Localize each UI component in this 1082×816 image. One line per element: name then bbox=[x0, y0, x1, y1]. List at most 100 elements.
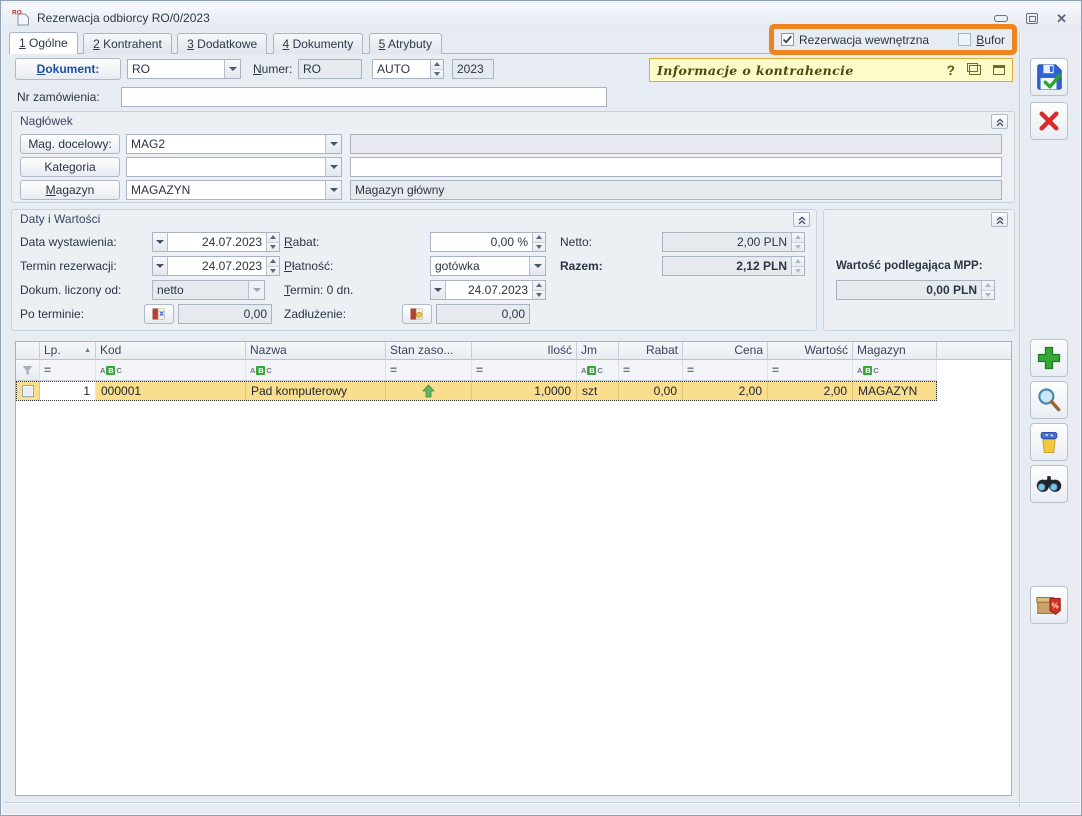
maximize-pane-icon[interactable] bbox=[993, 65, 1005, 75]
cell-sel bbox=[16, 381, 40, 401]
column-header-ilosc[interactable]: Ilość bbox=[472, 342, 577, 360]
calendar-dropdown-icon[interactable] bbox=[153, 257, 168, 275]
minimize-icon[interactable] bbox=[994, 15, 1008, 22]
chevron-double-up-icon bbox=[995, 117, 1005, 127]
help-icon[interactable]: ? bbox=[946, 62, 955, 78]
chevron-down-icon[interactable] bbox=[325, 158, 341, 176]
column-header-sel[interactable] bbox=[16, 342, 40, 360]
rabat-field[interactable]: 0,00 % bbox=[430, 232, 546, 252]
column-header-kod[interactable]: Kod bbox=[96, 342, 246, 360]
restore-pane-icon[interactable] bbox=[969, 65, 981, 75]
mag-docelowy-combo[interactable]: MAG2 bbox=[126, 134, 342, 154]
chevron-down-icon[interactable] bbox=[529, 257, 545, 275]
filter-cell-jm[interactable]: ABC bbox=[577, 360, 619, 381]
column-header-rabat[interactable]: Rabat bbox=[619, 342, 683, 360]
chevron-down-icon bbox=[248, 281, 264, 299]
kategoria-description[interactable] bbox=[350, 157, 1002, 177]
chevron-down-icon[interactable] bbox=[224, 60, 240, 78]
grid-row[interactable]: 1000001Pad komputerowy1,0000szt0,002,002… bbox=[16, 381, 937, 401]
close-icon[interactable]: ✕ bbox=[1056, 12, 1067, 25]
filter-cell-magazyn[interactable]: ABC bbox=[853, 360, 937, 381]
svg-text:%: % bbox=[1052, 601, 1059, 610]
filter-cell-rabat[interactable]: = bbox=[619, 360, 683, 381]
tab-dodatkowe[interactable]: 3 Dodatkowe bbox=[177, 33, 267, 54]
chevron-down-icon[interactable] bbox=[325, 135, 341, 153]
promotions-button[interactable]: % bbox=[1030, 586, 1068, 624]
magazyn-button[interactable]: Magazyn bbox=[20, 180, 120, 200]
platnosc-combo[interactable]: gotówka bbox=[430, 256, 546, 276]
filter-cell-cena[interactable]: = bbox=[683, 360, 768, 381]
spinner-icon[interactable] bbox=[430, 60, 443, 78]
row-checkbox[interactable] bbox=[22, 385, 34, 397]
spinner-icon[interactable] bbox=[532, 281, 545, 299]
collapse-naglowek-button[interactable] bbox=[991, 114, 1008, 129]
cell-ilosc: 1,0000 bbox=[472, 381, 577, 401]
number-year-field: 2023 bbox=[452, 59, 494, 79]
tab-dokumenty[interactable]: 4 Dokumenty bbox=[273, 33, 364, 54]
po-terminie-report-button[interactable] bbox=[144, 304, 174, 324]
filter-cell-stan[interactable]: = bbox=[386, 360, 472, 381]
document-window: RO Rezerwacja odbiorcy RO/0/2023 ✕ 1 Ogó… bbox=[0, 0, 1082, 816]
buffer-checkbox[interactable] bbox=[958, 33, 971, 46]
termin-rezerwacji-datepicker[interactable]: 24.07.2023 bbox=[152, 256, 280, 276]
kategoria-combo[interactable] bbox=[126, 157, 342, 177]
dokument-button[interactable]: Dokument: bbox=[15, 58, 121, 80]
collapse-mpp-button[interactable] bbox=[991, 212, 1008, 227]
column-header-nazwa[interactable]: Nazwa bbox=[246, 342, 386, 360]
internal-reservation-checkbox[interactable] bbox=[781, 33, 794, 46]
filter-cell-lp[interactable]: = bbox=[40, 360, 96, 381]
calendar-dropdown-icon[interactable] bbox=[431, 281, 446, 299]
tab-atrybuty[interactable]: 5 Atrybuty bbox=[369, 33, 442, 54]
filter-cell-nazwa[interactable]: ABC bbox=[246, 360, 386, 381]
find-item-button[interactable] bbox=[1030, 465, 1068, 503]
razem-field: 2,12 PLN bbox=[662, 256, 805, 276]
check-icon bbox=[782, 34, 793, 45]
column-header-stan[interactable]: Stan zaso... bbox=[386, 342, 472, 360]
window-title: Rezerwacja odbiorcy RO/0/2023 bbox=[37, 11, 210, 25]
spinner-icon[interactable] bbox=[532, 233, 545, 251]
filter-cell-wartosc[interactable]: = bbox=[768, 360, 853, 381]
number-auto-field[interactable]: AUTO bbox=[372, 59, 444, 79]
data-wystawienia-datepicker[interactable]: 24.07.2023 bbox=[152, 232, 280, 252]
kategoria-button[interactable]: Kategoria bbox=[20, 157, 120, 177]
save-button[interactable] bbox=[1030, 58, 1068, 96]
column-header-wartosc[interactable]: Wartość bbox=[768, 342, 853, 360]
cell-wartosc: 2,00 bbox=[768, 381, 853, 401]
filter-cell-kod[interactable]: ABC bbox=[96, 360, 246, 381]
column-header-lp[interactable]: Lp.▲ bbox=[40, 342, 96, 360]
mpp-groupbox: Wartość podlegająca MPP: 0,00 PLN bbox=[823, 209, 1015, 331]
trash-icon bbox=[1035, 428, 1063, 456]
mag-docelowy-button[interactable]: Mag. docelowy: bbox=[20, 134, 120, 154]
edit-item-button[interactable] bbox=[1030, 381, 1068, 419]
number-series-field: RO bbox=[298, 59, 362, 79]
column-header-cena[interactable]: Cena bbox=[683, 342, 768, 360]
naglowek-groupbox: Nagłówek Mag. docelowy: MAG2 Kategoria M… bbox=[11, 111, 1015, 203]
zadluzenie-report-button[interactable] bbox=[402, 304, 432, 324]
contractor-info-banner[interactable]: Informacje o kontrahencie ? bbox=[649, 58, 1013, 82]
filter-cell-sel[interactable] bbox=[16, 360, 40, 381]
tab-ogolne[interactable]: 1 Ogólne bbox=[9, 32, 78, 54]
chevron-double-up-icon bbox=[995, 215, 1005, 225]
spinner-icon[interactable] bbox=[266, 257, 279, 275]
restore-icon[interactable] bbox=[1026, 13, 1038, 24]
calendar-dropdown-icon[interactable] bbox=[153, 233, 168, 251]
equals-filter-icon: = bbox=[772, 363, 779, 377]
column-header-jm[interactable]: Jm bbox=[577, 342, 619, 360]
collapse-daty-button[interactable] bbox=[793, 212, 810, 227]
filter-cell-ilosc[interactable]: = bbox=[472, 360, 577, 381]
cell-jm: szt bbox=[577, 381, 619, 401]
cancel-button[interactable] bbox=[1030, 102, 1068, 140]
tab-kontrahent[interactable]: 2 Kontrahent bbox=[83, 33, 172, 54]
magazyn-combo[interactable]: MAGAZYN bbox=[126, 180, 342, 200]
column-header-magazyn[interactable]: Magazyn bbox=[853, 342, 937, 360]
spinner-icon[interactable] bbox=[266, 233, 279, 251]
stock-up-arrow-icon bbox=[422, 384, 435, 398]
chevron-down-icon[interactable] bbox=[325, 181, 341, 199]
termin-datepicker[interactable]: 24.07.2023 bbox=[430, 280, 546, 300]
order-number-input[interactable] bbox=[121, 87, 607, 107]
delete-item-button[interactable] bbox=[1030, 423, 1068, 461]
add-item-button[interactable] bbox=[1030, 339, 1068, 377]
buffer-label: Bufor bbox=[976, 33, 1005, 47]
funnel-icon bbox=[21, 364, 34, 377]
document-type-combo[interactable]: RO bbox=[127, 59, 241, 79]
